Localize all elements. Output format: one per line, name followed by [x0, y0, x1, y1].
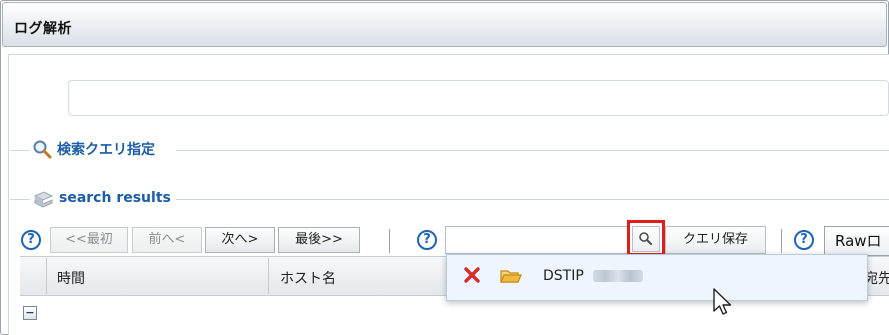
title-bar — [2, 2, 887, 47]
raw-log-button[interactable]: Rawロ — [824, 226, 889, 256]
last-page-button[interactable]: 最後>> — [278, 227, 360, 253]
search-button[interactable] — [632, 226, 660, 252]
search-query-section-toggle[interactable]: 検索クエリ指定 — [57, 139, 155, 159]
search-results-section-toggle[interactable]: search results — [59, 190, 171, 206]
collapse-button[interactable]: − — [23, 306, 37, 320]
panel-title: ログ解析 — [14, 21, 72, 37]
query-display-box[interactable] — [68, 80, 889, 116]
column-header-hostname[interactable]: ホスト名 — [280, 268, 336, 288]
redacted-ip-value — [593, 270, 643, 282]
fieldset-line-right — [176, 199, 889, 200]
fieldset-line-right — [176, 150, 889, 151]
help-icon[interactable]: ? — [21, 230, 41, 250]
saved-query-item-label[interactable]: DSTIP — [543, 268, 584, 284]
fieldset-line-left — [10, 150, 30, 151]
column-divider — [268, 258, 269, 294]
column-header-time[interactable]: 時間 — [57, 268, 85, 288]
help-icon[interactable]: ? — [794, 230, 814, 250]
toolbar-separator — [781, 229, 782, 253]
mouse-pointer-icon — [712, 287, 736, 317]
first-page-button[interactable]: <<最初 — [50, 227, 128, 253]
prev-page-button[interactable]: 前へ< — [132, 227, 202, 253]
help-icon[interactable]: ? — [417, 230, 437, 250]
fieldset-line-left — [10, 199, 30, 200]
delete-x-icon[interactable] — [462, 265, 482, 285]
magnifier-icon — [32, 139, 52, 159]
column-divider — [46, 258, 47, 294]
search-icon — [639, 232, 652, 245]
stack-icon — [32, 188, 54, 210]
toolbar-separator — [389, 229, 390, 253]
folder-open-icon[interactable] — [499, 266, 523, 286]
save-query-button[interactable]: クエリ保存 — [665, 226, 766, 254]
next-page-button[interactable]: 次へ> — [205, 227, 275, 253]
